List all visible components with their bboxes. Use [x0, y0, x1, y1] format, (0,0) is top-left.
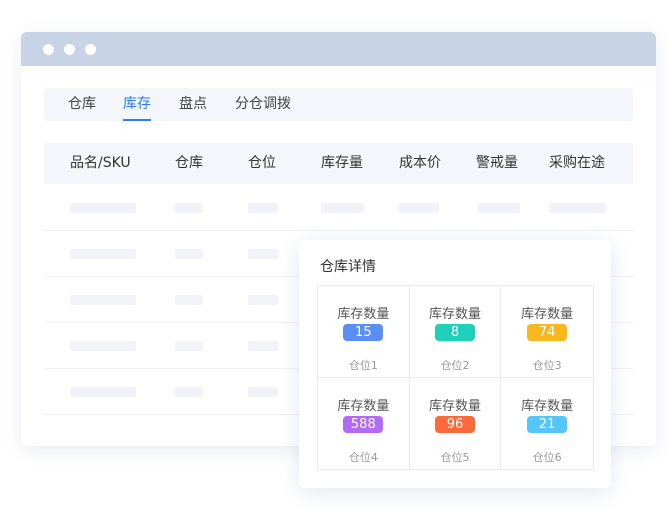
tab-bar: 仓库 库存 盘点 分仓调拨	[44, 88, 633, 121]
placeholder-cell	[248, 295, 278, 305]
stock-quantity-badge: 8	[434, 324, 475, 341]
column-header-warehouse[interactable]: 仓库	[175, 143, 203, 184]
column-header-location[interactable]: 仓位	[248, 143, 276, 184]
location-label: 仓位2	[440, 359, 470, 372]
location-cell[interactable]: 库存数量 21 仓位6	[501, 378, 593, 470]
table-row[interactable]	[44, 184, 633, 231]
placeholder-cell	[70, 341, 136, 351]
detail-title: 仓库详情	[320, 259, 376, 275]
location-cell[interactable]: 库存数量 74 仓位3	[501, 286, 593, 378]
stock-quantity-badge: 21	[527, 415, 568, 433]
column-header-cost[interactable]: 成本价	[399, 143, 441, 184]
tab-warehouse[interactable]: 仓库	[68, 88, 96, 121]
placeholder-cell	[478, 203, 520, 213]
location-cell[interactable]: 库存数量 96 仓位5	[410, 377, 502, 469]
window-titlebar	[21, 32, 656, 66]
stock-quantity-badge: 15	[343, 324, 384, 341]
placeholder-cell	[399, 203, 439, 213]
warehouse-detail-popover: 仓库详情 库存数量 15 仓位1 库存数量 8 仓位2 库存数量 74 仓位3 …	[299, 240, 611, 488]
location-label: 仓位3	[532, 359, 562, 372]
location-grid: 库存数量 15 仓位1 库存数量 8 仓位2 库存数量 74 仓位3 库存数量 …	[317, 285, 594, 470]
placeholder-cell	[248, 387, 278, 397]
stock-quantity-label: 库存数量	[337, 307, 390, 322]
placeholder-cell	[70, 249, 136, 259]
stock-quantity-badge: 96	[434, 415, 475, 433]
location-label: 仓位6	[532, 450, 562, 464]
placeholder-cell	[248, 341, 278, 351]
placeholder-cell	[248, 249, 278, 259]
location-cell[interactable]: 库存数量 588 仓位4	[318, 377, 410, 469]
tab-transfer[interactable]: 分仓调拨	[235, 88, 291, 121]
column-header-alert[interactable]: 警戒量	[476, 143, 518, 184]
column-header-stock[interactable]: 库存量	[321, 143, 363, 184]
placeholder-cell	[248, 203, 278, 213]
window-control-dot[interactable]	[64, 43, 75, 55]
column-header-in-transit[interactable]: 采购在途	[549, 143, 605, 184]
location-label: 仓位5	[440, 450, 470, 464]
stock-quantity-label: 库存数量	[428, 307, 481, 322]
location-cell[interactable]: 库存数量 8 仓位2	[409, 286, 502, 378]
placeholder-cell	[175, 341, 203, 351]
table-header: 品名/SKU 仓库 仓位 库存量 成本价 警戒量 采购在途	[44, 143, 633, 184]
tab-inventory[interactable]: 库存	[123, 88, 151, 121]
stock-quantity-label: 库存数量	[521, 307, 574, 322]
stock-quantity-label: 库存数量	[337, 398, 390, 414]
location-label: 仓位4	[348, 450, 378, 464]
stock-quantity-label: 库存数量	[428, 398, 481, 414]
stock-quantity-badge: 588	[343, 415, 384, 433]
placeholder-cell	[175, 295, 203, 305]
placeholder-cell	[321, 203, 364, 213]
placeholder-cell	[175, 249, 203, 259]
location-label: 仓位1	[348, 359, 378, 372]
location-cell[interactable]: 库存数量 15 仓位1	[318, 286, 410, 378]
placeholder-cell	[175, 387, 203, 397]
placeholder-cell	[175, 203, 203, 213]
stock-quantity-label: 库存数量	[521, 398, 574, 414]
window-control-dot[interactable]	[85, 43, 96, 55]
placeholder-cell	[70, 203, 136, 213]
placeholder-cell	[70, 295, 136, 305]
window-control-dot[interactable]	[43, 43, 54, 55]
placeholder-cell	[549, 203, 606, 213]
column-header-sku[interactable]: 品名/SKU	[70, 143, 131, 184]
stock-quantity-badge: 74	[527, 324, 568, 341]
placeholder-cell	[70, 387, 136, 397]
tab-stocktaking[interactable]: 盘点	[179, 88, 207, 121]
